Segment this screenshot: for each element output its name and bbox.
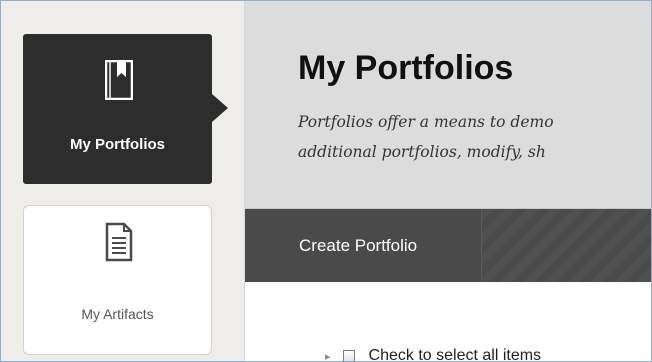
nav-tile-label: My Portfolios: [69, 136, 165, 153]
nav-tile-my-portfolios[interactable]: My Portfolios: [23, 34, 212, 184]
page-description-line: additional portfolios, modify, sh: [298, 143, 546, 161]
page-header: My Portfolios Portfolios offer a means t…: [245, 1, 651, 209]
page-description-line: Portfolios offer a means to demo: [298, 113, 554, 131]
create-portfolio-button[interactable]: Create Portfolio: [245, 209, 482, 282]
app-window: My Portfolios My Artifacts My Portfolios: [0, 0, 652, 362]
chevron-right-icon: ▸: [325, 350, 331, 362]
create-portfolio-label: Create Portfolio: [299, 236, 418, 255]
page-title: My Portfolios: [298, 49, 514, 87]
select-all-row[interactable]: ▸ Check to select all items: [325, 347, 542, 362]
nav-tile-label: My Artifacts: [81, 306, 154, 322]
active-tile-pointer: [212, 94, 228, 122]
bookmark-book-icon: [104, 59, 134, 105]
main-panel: My Portfolios Portfolios offer a means t…: [245, 1, 651, 361]
side-nav: My Portfolios My Artifacts: [1, 1, 245, 361]
nav-tile-my-artifacts[interactable]: My Artifacts: [23, 205, 212, 355]
select-all-label: Check to select all items: [368, 347, 542, 362]
page-description: Portfolios offer a means to demo additio…: [298, 107, 651, 167]
document-icon: [105, 222, 133, 267]
portfolio-list: ▸ Check to select all items: [245, 283, 651, 361]
select-all-checkbox[interactable]: [342, 350, 355, 361]
action-bar: Create Portfolio: [245, 209, 651, 282]
